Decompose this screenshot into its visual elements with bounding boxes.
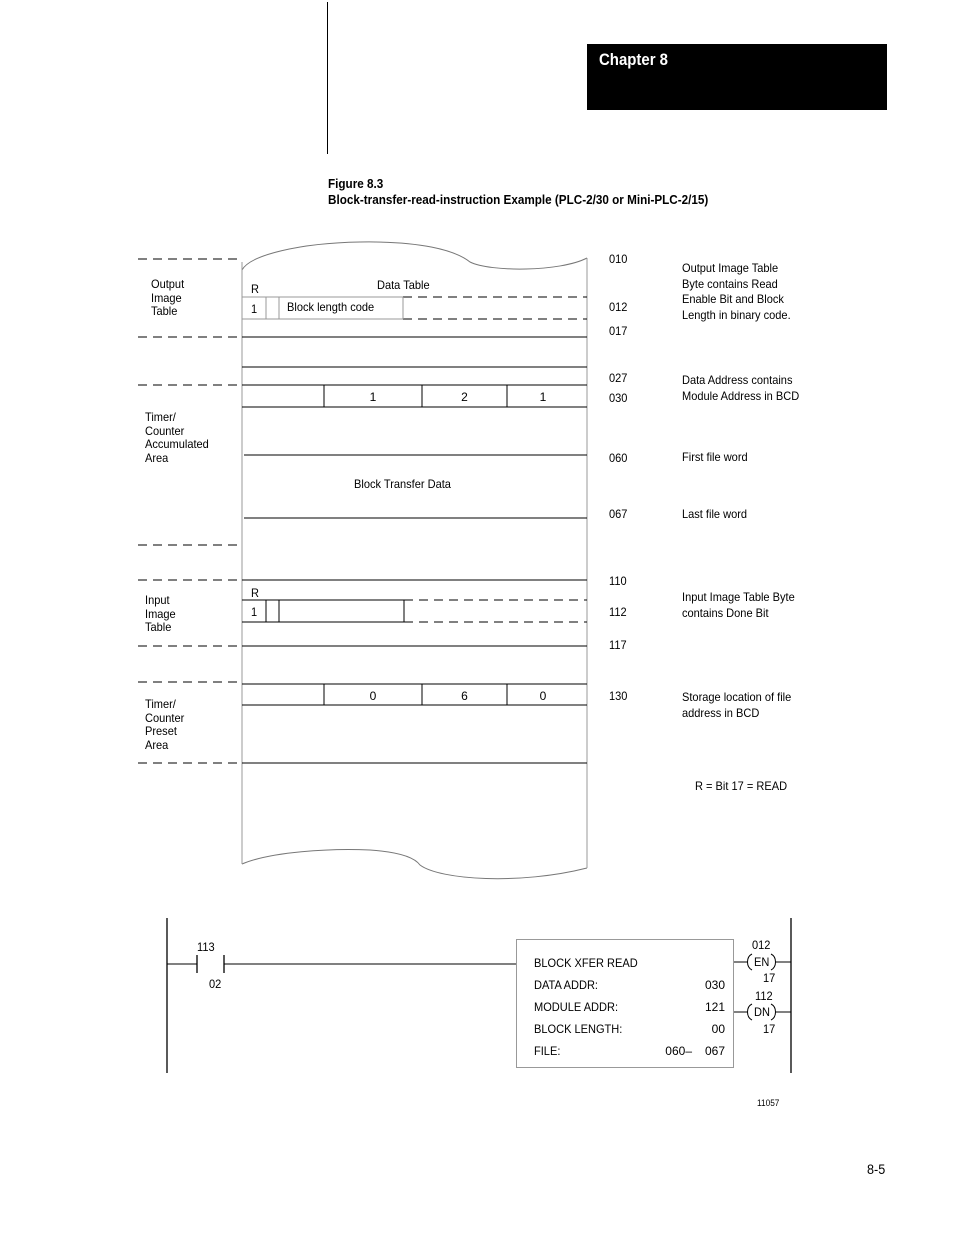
address-label: 112 bbox=[609, 605, 627, 619]
en-coil-right bbox=[770, 953, 776, 971]
file-addr-digit: 6 bbox=[461, 689, 468, 703]
table-top-wave bbox=[241, 241, 588, 271]
module-addr-digit: 2 bbox=[461, 390, 468, 404]
page-number: 8-5 bbox=[867, 1161, 886, 1177]
address-label: 012 bbox=[609, 300, 628, 314]
address-label: 110 bbox=[609, 574, 627, 588]
figure-id: 11057 bbox=[757, 1098, 780, 1108]
address-label: 030 bbox=[609, 391, 628, 405]
dn-coil-left bbox=[747, 1003, 753, 1021]
address-label: 027 bbox=[609, 371, 628, 385]
data-addr-value: 030 bbox=[704, 978, 725, 992]
instruction-row-label: FILE: bbox=[534, 1044, 561, 1058]
contact-word-address: 113 bbox=[197, 940, 215, 954]
data-address-description: Data Address contains Module Address in … bbox=[682, 373, 800, 403]
file-addr-digit: 0 bbox=[539, 689, 547, 703]
storage-location-description: Storage location of file address in BCD bbox=[682, 690, 792, 720]
address-label: 010 bbox=[609, 252, 628, 266]
timer-acc-area-label: Timer/ Counter Accumulated Area bbox=[145, 410, 209, 465]
address-label: 130 bbox=[609, 689, 628, 703]
dn-coil-right bbox=[770, 1003, 776, 1021]
done-bit-label: R bbox=[251, 586, 259, 600]
contact-bit-address: 02 bbox=[209, 977, 222, 991]
address-label: 060 bbox=[609, 451, 628, 465]
file-end-value: 067 bbox=[704, 1044, 725, 1058]
file-addr-digit: 0 bbox=[369, 689, 377, 703]
instruction-row-label: DATA ADDR: bbox=[534, 978, 599, 992]
address-label: 017 bbox=[609, 324, 628, 338]
dn-coil-word: 112 bbox=[755, 989, 773, 1003]
timer-preset-area-label: Timer/ Counter Preset Area bbox=[145, 697, 185, 752]
en-coil-label: EN bbox=[754, 955, 770, 969]
read-bit-label: R bbox=[251, 282, 259, 296]
module-addr-digit: 1 bbox=[369, 390, 377, 404]
input-image-description: Input Image Table Byte contains Done Bit bbox=[682, 590, 795, 620]
en-coil-left bbox=[747, 953, 753, 971]
block-length-value: 00 bbox=[711, 1022, 725, 1036]
en-coil-bit: 17 bbox=[763, 971, 776, 985]
en-coil-word: 012 bbox=[752, 938, 771, 952]
block-length-code-label: Block length code bbox=[287, 300, 375, 314]
file-start-value: 060– bbox=[665, 1044, 692, 1058]
instruction-row-label: MODULE ADDR: bbox=[534, 1000, 619, 1014]
read-bit-legend: R = Bit 17 = READ bbox=[695, 779, 788, 793]
data-table-diagram bbox=[138, 241, 792, 1073]
dn-coil-bit: 17 bbox=[763, 1022, 776, 1036]
data-table-title: Data Table bbox=[377, 278, 430, 292]
address-label: 067 bbox=[609, 507, 628, 521]
done-bit-value: 1 bbox=[251, 605, 258, 619]
last-file-word-description: Last file word bbox=[682, 507, 748, 521]
table-bottom-wave bbox=[241, 849, 588, 880]
address-label: 117 bbox=[609, 638, 627, 652]
module-addr-value: 121 bbox=[704, 1000, 725, 1014]
instruction-row-label: BLOCK LENGTH: bbox=[534, 1022, 623, 1036]
module-addr-digit: 1 bbox=[539, 390, 547, 404]
block-xfer-read-instruction[interactable]: BLOCK XFER READ DATA ADDR: 030 MODULE AD… bbox=[516, 939, 734, 1068]
read-bit-value: 1 bbox=[251, 302, 258, 316]
output-image-table-label: Output Image Table bbox=[151, 277, 185, 318]
output-image-description: Output Image Table Byte contains Read En… bbox=[682, 261, 791, 322]
input-image-table-label: Input Image Table bbox=[145, 593, 176, 634]
dn-coil-label: DN bbox=[754, 1005, 770, 1019]
first-file-word-description: First file word bbox=[682, 450, 748, 464]
instruction-title: BLOCK XFER READ bbox=[534, 956, 638, 970]
block-transfer-data-label: Block Transfer Data bbox=[354, 477, 451, 491]
